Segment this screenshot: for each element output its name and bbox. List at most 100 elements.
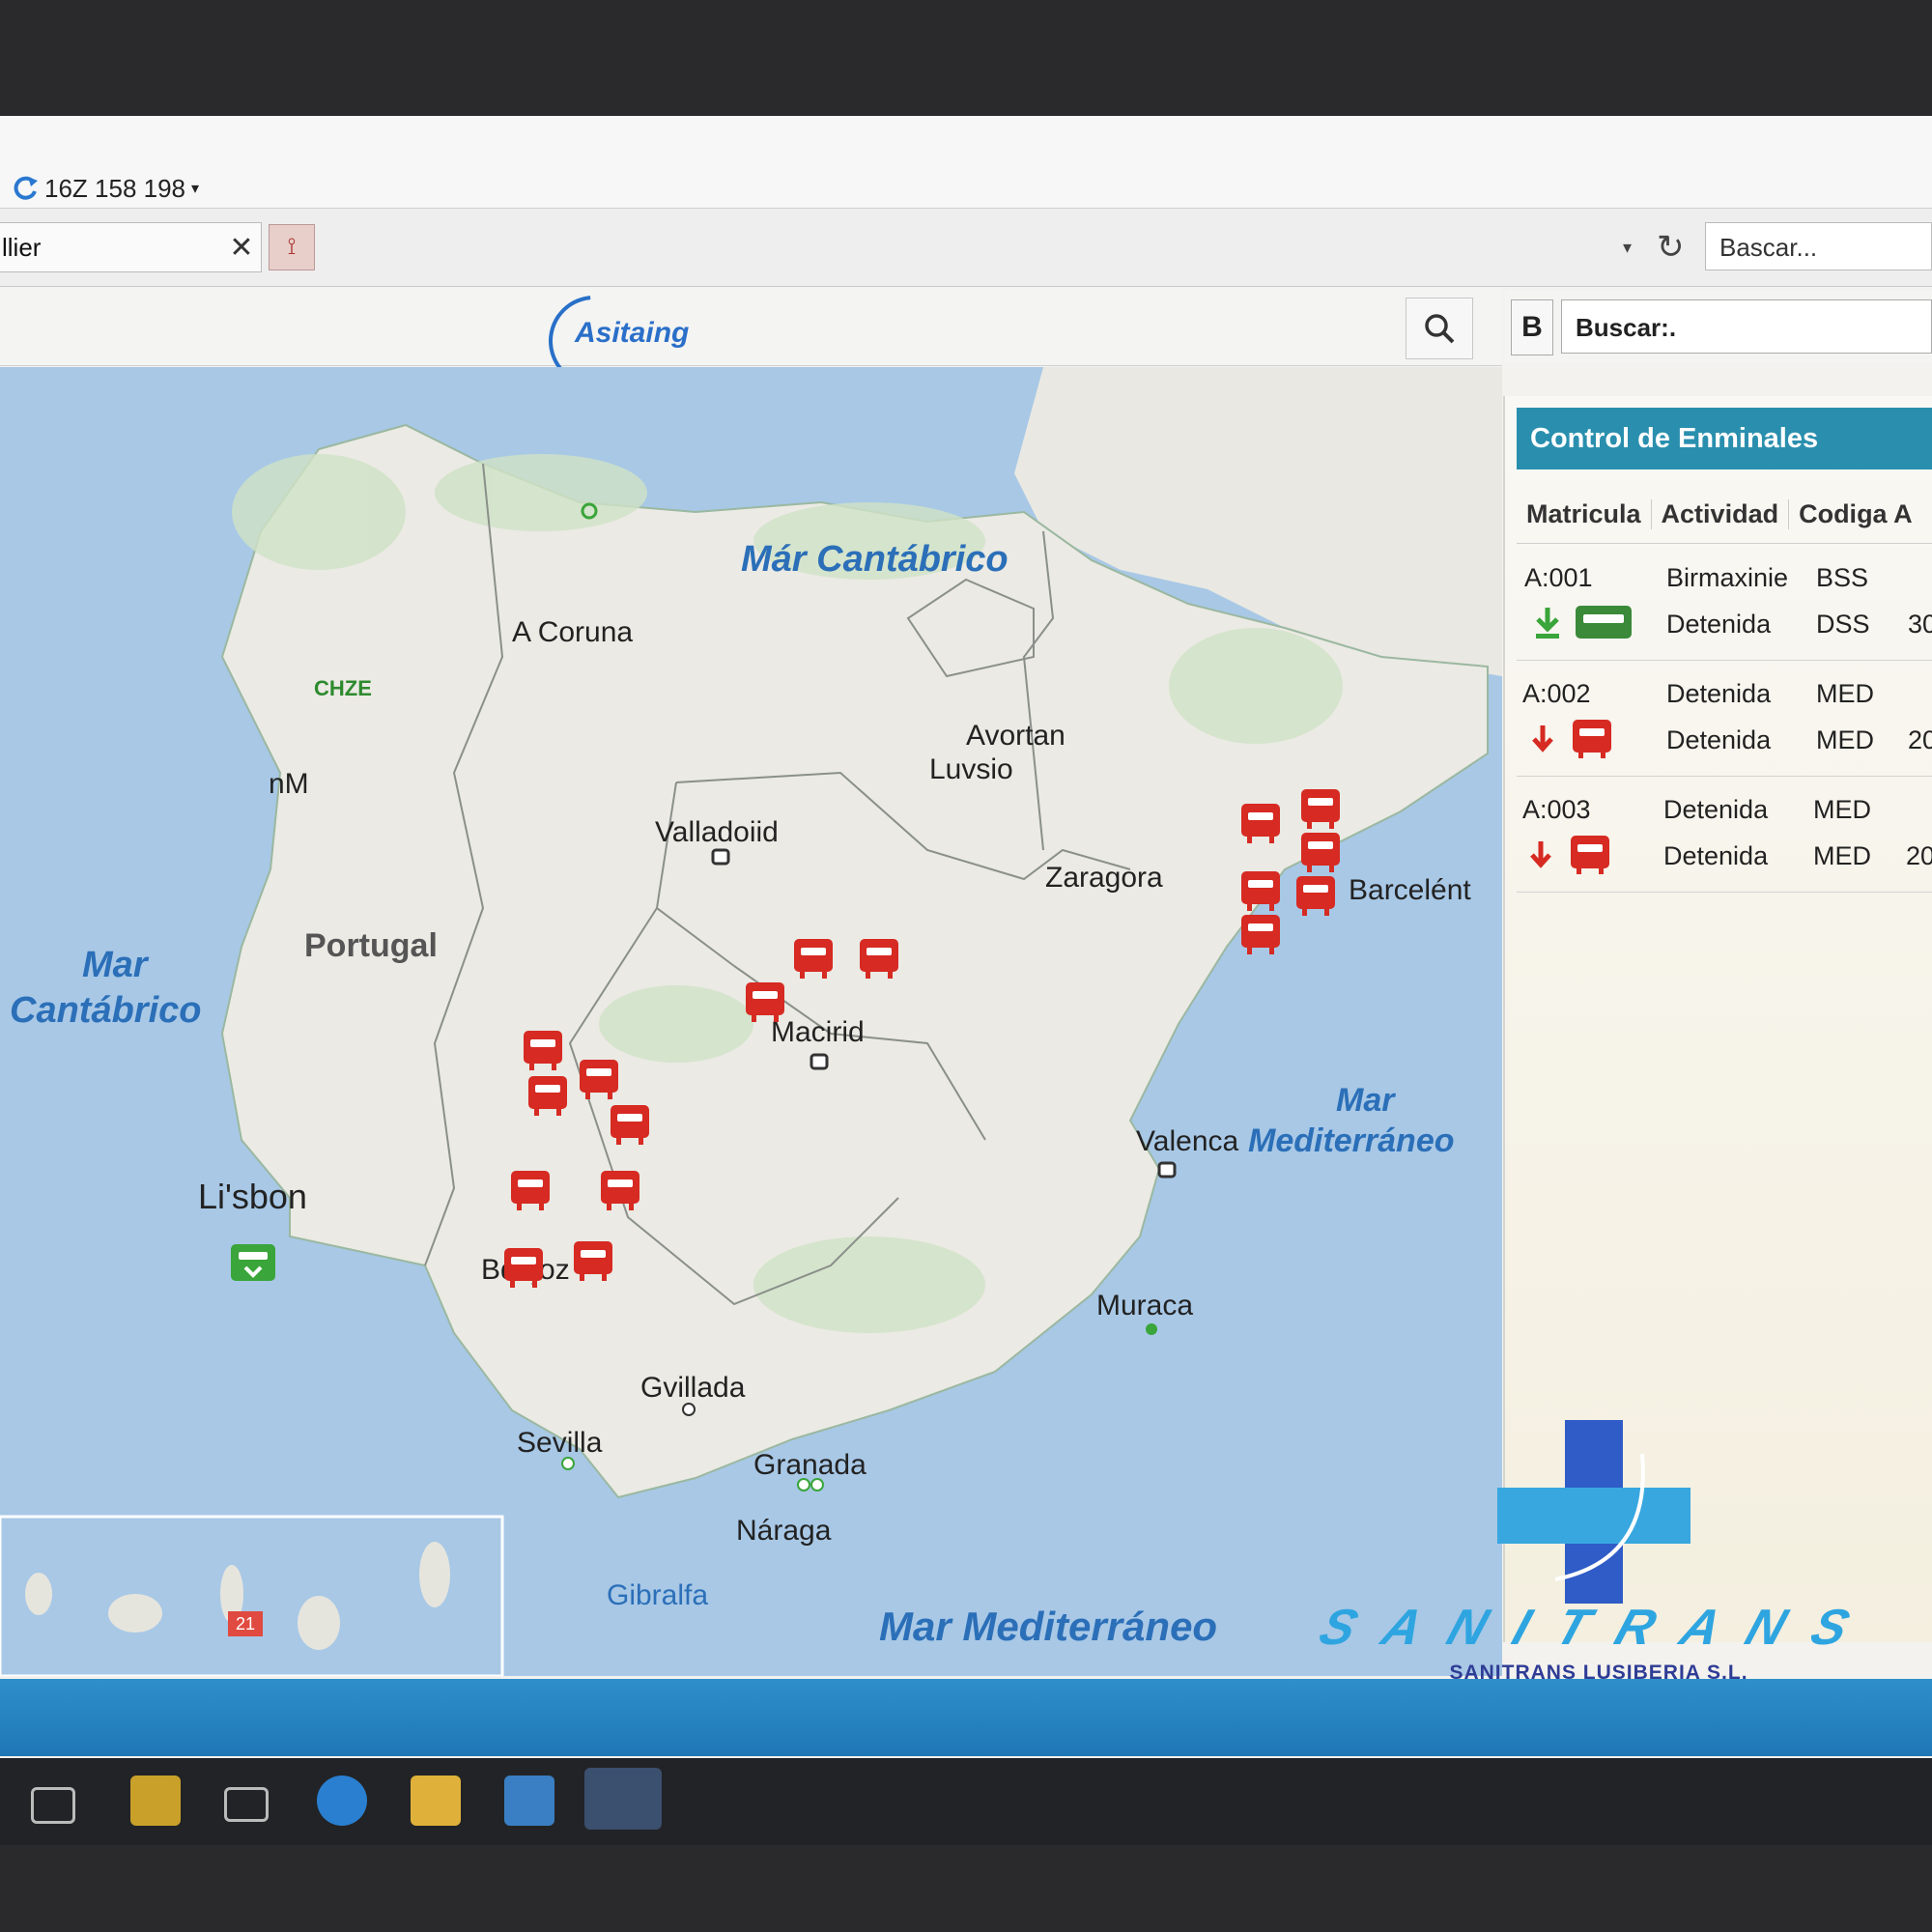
sanitrans-watermark: SANITRANS SANITRANS LUSIBERIA S.L. bbox=[1265, 1415, 1932, 1695]
file-manager-icon[interactable] bbox=[130, 1776, 181, 1826]
ambulance-marker-red[interactable] bbox=[509, 1169, 552, 1213]
browser-toolbar: 16Z 158 198 ▾ bbox=[0, 116, 1932, 209]
ambulance-marker-red[interactable] bbox=[502, 1246, 545, 1291]
ambulance-marker-red[interactable] bbox=[609, 1103, 651, 1148]
row-id: A:001 bbox=[1524, 563, 1593, 592]
app-logo: Asitaing bbox=[575, 317, 690, 349]
city-label-avortan: Avortan bbox=[966, 720, 1065, 752]
row-activity-2: Detenida bbox=[1666, 725, 1772, 754]
column-header-matricula[interactable]: Matricula bbox=[1517, 498, 1652, 529]
search-icon bbox=[1425, 314, 1455, 344]
sea-label-north: Már Cantábrico bbox=[741, 539, 1009, 580]
refresh-icon bbox=[14, 176, 38, 200]
ambulance-marker-red[interactable] bbox=[578, 1058, 620, 1102]
city-label-naraga: Náraga bbox=[736, 1515, 832, 1547]
os-taskbar bbox=[0, 1758, 1932, 1845]
app-status-bar bbox=[0, 1679, 1932, 1756]
panel-b-button[interactable]: B bbox=[1511, 299, 1553, 355]
row-activity-1: Birmaxinie bbox=[1666, 563, 1789, 592]
row-code-1: MED bbox=[1813, 795, 1871, 824]
ambulance-marker-red[interactable] bbox=[744, 980, 786, 1025]
map-search-button[interactable] bbox=[1406, 298, 1473, 359]
row-id: A:002 bbox=[1522, 679, 1591, 708]
ambulance-marker-red[interactable] bbox=[1294, 874, 1337, 919]
ambulance-marker-red[interactable] bbox=[1299, 787, 1342, 832]
city-label-gibraltar: Gibralfa bbox=[607, 1579, 709, 1611]
task-view-icon[interactable] bbox=[31, 1787, 75, 1824]
ambulance-red-icon bbox=[1573, 720, 1611, 758]
brand-wordmark: SANITRANS bbox=[1312, 1600, 1886, 1656]
panel-search-input[interactable]: Buscar:. bbox=[1561, 299, 1932, 354]
row-code-2: MED bbox=[1813, 841, 1871, 870]
ambulance-marker-red[interactable] bbox=[526, 1074, 569, 1119]
row-number: 20 bbox=[1908, 725, 1932, 754]
sea-label-east-1: Mar bbox=[1336, 1082, 1395, 1119]
browser-icon[interactable] bbox=[317, 1776, 367, 1826]
ambulance-marker-red[interactable] bbox=[1299, 831, 1342, 875]
table-row[interactable]: A:001 Birmaxinie BSS Detenida DSS 30 bbox=[1517, 546, 1932, 661]
row-code-2: MED bbox=[1816, 725, 1874, 754]
ambulance-green-icon bbox=[1576, 606, 1632, 639]
city-label-valladolid: Valladoiid bbox=[655, 816, 779, 848]
city-label-luvsio: Luvsio bbox=[929, 753, 1013, 785]
city-label-sevilla: Sevilla bbox=[517, 1427, 603, 1459]
sea-label-west-1: Mar bbox=[82, 945, 148, 985]
city-label-granada: Granada bbox=[753, 1449, 867, 1481]
alert-arrow-icon[interactable] bbox=[1526, 838, 1555, 872]
row-code-1: BSS bbox=[1816, 563, 1869, 592]
country-label-portugal: Portugal bbox=[304, 927, 438, 964]
city-label-chz: CHZE bbox=[314, 676, 372, 700]
row-activity-2: Detenida bbox=[1666, 610, 1772, 639]
ambulance-marker-red[interactable] bbox=[858, 937, 900, 981]
city-label-zaragoza: Zaragora bbox=[1045, 862, 1163, 894]
panel-title: Control de Enminales bbox=[1517, 408, 1932, 469]
window-icon[interactable] bbox=[224, 1787, 269, 1822]
ambulance-marker-red[interactable] bbox=[522, 1029, 564, 1073]
table-header: Matricula Actividad Codiga A bbox=[1517, 485, 1932, 544]
row-number: 20 bbox=[1906, 841, 1932, 870]
panel-header: B Buscar:. bbox=[1505, 290, 1932, 362]
row-activity-1: Detenida bbox=[1663, 795, 1769, 824]
row-id: A:003 bbox=[1522, 795, 1591, 824]
tab-label: llier bbox=[2, 232, 42, 262]
column-header-actividad[interactable]: Actividad bbox=[1652, 498, 1790, 529]
favicon-icon[interactable]: ⟟ bbox=[269, 224, 315, 270]
ambulance-marker-red[interactable] bbox=[1239, 802, 1282, 846]
reload-icon[interactable]: ↻ bbox=[1657, 228, 1685, 267]
medical-cross-logo bbox=[1497, 1420, 1690, 1604]
chevron-down-icon: ▾ bbox=[191, 181, 200, 197]
address-selector[interactable]: 16Z 158 198 ▾ bbox=[10, 172, 199, 205]
alert-arrow-icon[interactable] bbox=[1528, 722, 1557, 756]
sea-label-east-2: Mediterráneo bbox=[1248, 1122, 1455, 1159]
app-header: Asitaing bbox=[0, 276, 1502, 406]
ambulance-marker-red[interactable] bbox=[1239, 913, 1282, 957]
browser-tab[interactable]: llier ✕ bbox=[0, 222, 262, 272]
canary-marker[interactable]: 21 bbox=[228, 1611, 263, 1636]
column-header-codigo[interactable]: Codiga A bbox=[1789, 499, 1922, 529]
row-activity-1: Detenida bbox=[1666, 679, 1772, 708]
table-row[interactable]: A:002 Detenida MED Detenida MED 20 bbox=[1517, 662, 1932, 777]
chevron-down-icon[interactable]: ▾ bbox=[1623, 238, 1632, 258]
tab-bar: llier ✕ ⟟ ▾ ↻ Bascar... bbox=[0, 209, 1932, 287]
table-row[interactable]: A:003 Detenida MED Detenida MED 20 bbox=[1517, 778, 1932, 893]
folder-icon[interactable] bbox=[411, 1776, 461, 1826]
close-icon[interactable]: ✕ bbox=[222, 231, 261, 265]
download-arrow-icon[interactable] bbox=[1530, 604, 1565, 642]
row-number: 30 bbox=[1908, 610, 1932, 639]
city-label-lisbon: Li'sbon bbox=[198, 1177, 307, 1216]
city-label-coruna: A Coruna bbox=[512, 616, 634, 648]
city-label-murcia: Muraca bbox=[1096, 1290, 1194, 1321]
ambulance-marker-red[interactable] bbox=[599, 1169, 641, 1213]
ambulance-red-icon bbox=[1571, 836, 1609, 874]
ambulance-marker-green[interactable] bbox=[229, 1242, 277, 1293]
ambulance-marker-red[interactable] bbox=[792, 937, 835, 981]
monitor-screen: 16Z 158 198 ▾ llier ✕ ⟟ ▾ ↻ Bascar... As… bbox=[0, 116, 1932, 1758]
sea-label-west-2: Cantábrico bbox=[10, 990, 202, 1031]
row-activity-2: Detenida bbox=[1663, 841, 1769, 870]
browser-search-input[interactable]: Bascar... bbox=[1705, 222, 1932, 270]
ambulance-marker-red[interactable] bbox=[1239, 869, 1282, 914]
sea-label-south: Mar Mediterráneo bbox=[879, 1604, 1218, 1649]
active-app-icon[interactable] bbox=[584, 1768, 662, 1830]
mail-icon[interactable] bbox=[504, 1776, 554, 1826]
ambulance-marker-red[interactable] bbox=[572, 1239, 614, 1284]
